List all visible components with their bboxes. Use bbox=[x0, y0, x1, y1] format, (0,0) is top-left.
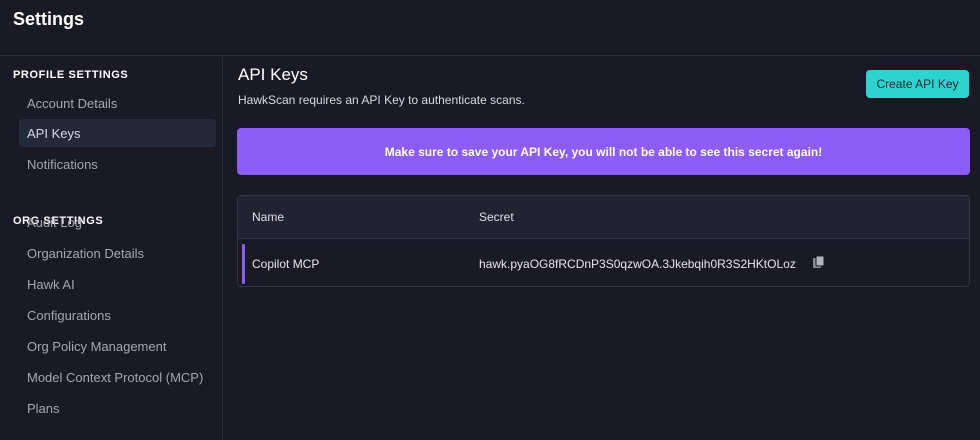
sidebar-item-label: Model Context Protocol (MCP) bbox=[27, 370, 204, 385]
sidebar-item-organization-details[interactable]: Organization Details bbox=[19, 239, 216, 267]
section-description: HawkScan requires an API Key to authenti… bbox=[238, 93, 525, 107]
section-title-profile-settings: PROFILE SETTINGS bbox=[13, 69, 129, 81]
sidebar-item-label: Hawk AI bbox=[27, 277, 75, 292]
sidebar-item-account-details[interactable]: Account Details bbox=[19, 89, 216, 117]
page-title: Settings bbox=[13, 9, 85, 29]
table-row: Copilot MCP hawk.pyaOG8fRCDnP3S0qzwOA.3J… bbox=[238, 240, 969, 286]
sidebar-item-notifications[interactable]: Notifications bbox=[19, 150, 216, 178]
sidebar-item-audit-log[interactable]: Audit Log bbox=[19, 208, 216, 236]
settings-sidebar: PROFILE SETTINGS Account Details API Key… bbox=[0, 57, 223, 440]
key-secret: hawk.pyaOG8fRCDnP3S0qzwOA.3Jkebqih0R3S2H… bbox=[479, 257, 796, 271]
sidebar-item-api-keys[interactable]: API Keys bbox=[19, 119, 216, 147]
top-header: Settings bbox=[0, 0, 980, 56]
api-keys-panel: API Keys HawkScan requires an API Key to… bbox=[224, 57, 980, 440]
sidebar-item-label: Organization Details bbox=[27, 246, 145, 261]
key-name: Copilot MCP bbox=[252, 257, 320, 271]
sidebar-item-label: Notifications bbox=[27, 157, 98, 172]
sidebar-item-label: Org Policy Management bbox=[27, 339, 167, 354]
row-accent-bar bbox=[242, 244, 245, 284]
sidebar-item-label: Plans bbox=[27, 401, 60, 416]
sidebar-item-plans[interactable]: Plans bbox=[19, 394, 216, 422]
sidebar-item-org-policy-management[interactable]: Org Policy Management bbox=[19, 332, 216, 360]
sidebar-item-label: Account Details bbox=[27, 96, 118, 111]
api-keys-table: Name Secret Copilot MCP hawk.pyaOG8fRCDn… bbox=[237, 195, 970, 287]
section-heading: API Keys bbox=[238, 65, 308, 84]
table-header: Name Secret bbox=[238, 196, 969, 239]
sidebar-item-label: Audit Log bbox=[27, 215, 82, 230]
sidebar-item-label: API Keys bbox=[27, 126, 81, 141]
sidebar-item-model-context-protocol[interactable]: Model Context Protocol (MCP) bbox=[19, 363, 216, 391]
warning-banner: Make sure to save your API Key, you will… bbox=[237, 128, 970, 175]
sidebar-item-label: Configurations bbox=[27, 308, 111, 323]
copy-icon[interactable] bbox=[812, 255, 826, 269]
column-header-name: Name bbox=[252, 210, 285, 224]
create-api-key-button[interactable]: Create API Key bbox=[866, 70, 969, 98]
column-header-secret: Secret bbox=[479, 210, 514, 224]
sidebar-item-hawk-ai[interactable]: Hawk AI bbox=[19, 270, 216, 298]
sidebar-item-configurations[interactable]: Configurations bbox=[19, 301, 216, 329]
warning-text: Make sure to save your API Key, you will… bbox=[384, 144, 823, 159]
